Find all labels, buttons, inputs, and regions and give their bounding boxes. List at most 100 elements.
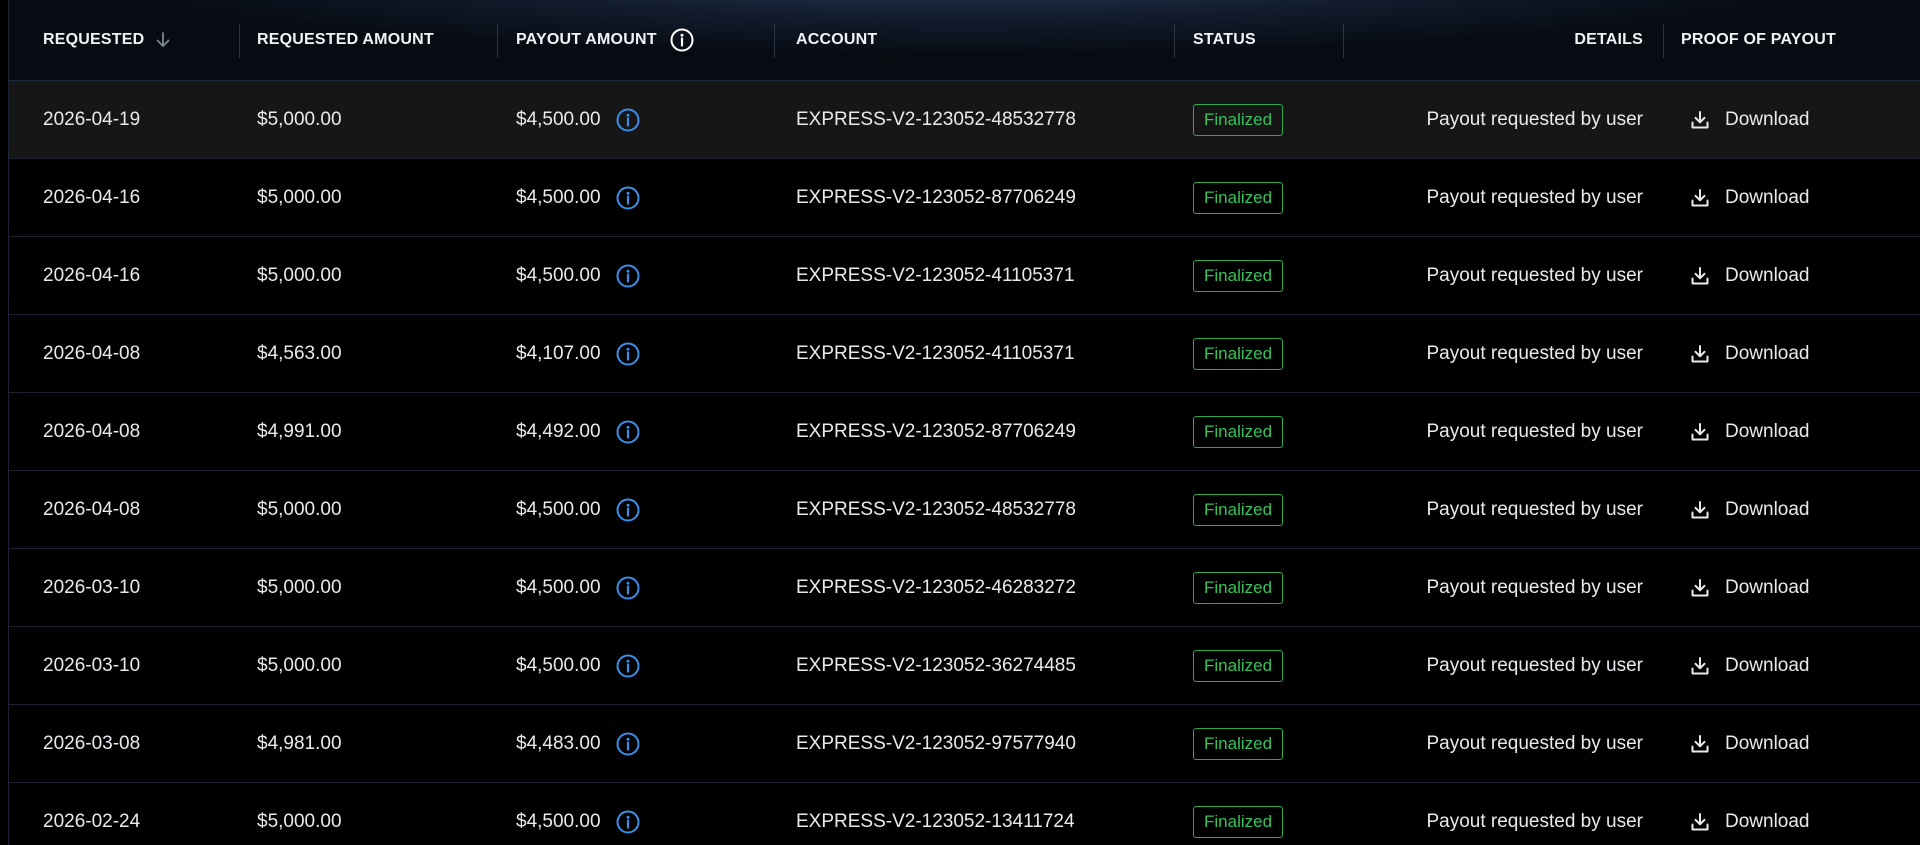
- cell-payout-amount: $4,500.00: [516, 159, 641, 236]
- cell-payout-amount: $4,500.00: [516, 81, 641, 158]
- header-requested[interactable]: REQUESTED: [43, 0, 172, 80]
- download-icon: [1689, 499, 1711, 521]
- header-requested-label: REQUESTED: [43, 31, 145, 48]
- cell-details: Payout requested by user: [1426, 654, 1643, 676]
- download-button[interactable]: Download: [1689, 265, 1810, 287]
- download-button[interactable]: Download: [1689, 343, 1810, 365]
- cell-proof-of-payout: Download: [1689, 549, 1810, 626]
- cell-requested-amount: $4,981.00: [257, 732, 342, 754]
- cell-requested-amount: $4,563.00: [257, 342, 342, 364]
- info-icon[interactable]: [615, 263, 641, 289]
- download-button[interactable]: Download: [1689, 109, 1810, 131]
- cell-requested-amount: $5,000.00: [257, 498, 342, 520]
- download-icon: [1689, 811, 1711, 833]
- payout-amount-value: $4,483.00: [516, 732, 601, 754]
- header-details-label: DETAILS: [1574, 31, 1643, 48]
- download-button[interactable]: Download: [1689, 421, 1810, 443]
- payout-amount-value: $4,500.00: [516, 264, 601, 286]
- payouts-table: REQUESTED REQUESTED AMOUNT PAYOUT AMOUNT…: [8, 0, 1920, 845]
- column-divider: [774, 24, 775, 58]
- table-row: 2026-04-08 $5,000.00 $4,500.00 EXPRESS-V2-1…: [9, 471, 1920, 549]
- cell-account: EXPRESS-V2-123052-41105371: [796, 342, 1075, 364]
- cell-proof-of-payout: Download: [1689, 627, 1810, 704]
- table-header: REQUESTED REQUESTED AMOUNT PAYOUT AMOUNT…: [9, 0, 1920, 81]
- download-button[interactable]: Download: [1689, 733, 1810, 755]
- info-icon[interactable]: [615, 731, 641, 757]
- cell-account: EXPRESS-V2-123052-13411724: [796, 810, 1075, 832]
- status-badge: Finalized: [1193, 337, 1284, 370]
- status-badge: Finalized: [1193, 571, 1284, 604]
- cell-account: EXPRESS-V2-123052-87706249: [796, 186, 1076, 208]
- payout-amount-value: $4,500.00: [516, 498, 601, 520]
- download-icon: [1689, 577, 1711, 599]
- cell-account: EXPRESS-V2-123052-87706249: [796, 420, 1076, 442]
- status-badge: Finalized: [1193, 259, 1284, 292]
- cell-status: Finalized: [1193, 81, 1284, 158]
- cell-details: Payout requested by user: [1426, 108, 1643, 130]
- info-icon[interactable]: [615, 653, 641, 679]
- cell-payout-amount: $4,500.00: [516, 783, 641, 845]
- header-payout-amount-label: PAYOUT AMOUNT: [516, 31, 657, 48]
- info-icon[interactable]: [615, 341, 641, 367]
- cell-requested-amount: $5,000.00: [257, 186, 342, 208]
- payout-amount-value: $4,500.00: [516, 810, 601, 832]
- download-button[interactable]: Download: [1689, 811, 1810, 833]
- info-icon[interactable]: [615, 809, 641, 835]
- column-divider: [497, 24, 498, 58]
- download-label: Download: [1725, 732, 1810, 754]
- payout-amount-value: $4,500.00: [516, 576, 601, 598]
- header-requested-amount: REQUESTED AMOUNT: [257, 0, 434, 80]
- download-label: Download: [1725, 576, 1810, 598]
- info-icon[interactable]: [615, 185, 641, 211]
- header-payout-amount: PAYOUT AMOUNT: [516, 0, 695, 80]
- cell-requested: 2026-04-19: [43, 108, 141, 130]
- download-label: Download: [1725, 654, 1810, 676]
- cell-payout-amount: $4,500.00: [516, 237, 641, 314]
- cell-proof-of-payout: Download: [1689, 237, 1810, 314]
- cell-account: EXPRESS-V2-123052-41105371: [796, 264, 1075, 286]
- table-row: 2026-04-16 $5,000.00 $4,500.00 EXPRESS-V2-1…: [9, 159, 1920, 237]
- download-button[interactable]: Download: [1689, 655, 1810, 677]
- cell-details: Payout requested by user: [1426, 732, 1643, 754]
- download-button[interactable]: Download: [1689, 187, 1810, 209]
- table-row: 2026-03-08 $4,981.00 $4,483.00 EXPRESS-V2-1…: [9, 705, 1920, 783]
- cell-proof-of-payout: Download: [1689, 471, 1810, 548]
- cell-status: Finalized: [1193, 549, 1284, 626]
- cell-proof-of-payout: Download: [1689, 159, 1810, 236]
- info-icon[interactable]: [615, 107, 641, 133]
- cell-account: EXPRESS-V2-123052-46283272: [796, 576, 1076, 598]
- sort-descending-icon[interactable]: [154, 31, 172, 49]
- cell-requested-amount: $4,991.00: [257, 420, 342, 442]
- info-icon[interactable]: [615, 419, 641, 445]
- download-button[interactable]: Download: [1689, 499, 1810, 521]
- download-label: Download: [1725, 810, 1810, 832]
- info-icon[interactable]: [615, 497, 641, 523]
- header-proof-label: PROOF OF PAYOUT: [1681, 31, 1837, 48]
- table-body: 2026-04-19 $5,000.00 $4,500.00 EXPRESS-V2-1…: [9, 81, 1920, 845]
- cell-details: Payout requested by user: [1426, 810, 1643, 832]
- cell-requested-amount: $5,000.00: [257, 576, 342, 598]
- download-label: Download: [1725, 108, 1810, 130]
- status-badge: Finalized: [1193, 649, 1284, 682]
- header-account-label: ACCOUNT: [796, 31, 878, 48]
- cell-account: EXPRESS-V2-123052-36274485: [796, 654, 1076, 676]
- cell-payout-amount: $4,107.00: [516, 315, 641, 392]
- info-icon[interactable]: [615, 575, 641, 601]
- table-row: 2026-04-08 $4,991.00 $4,492.00 EXPRESS-V2-1…: [9, 393, 1920, 471]
- cell-requested: 2026-04-08: [43, 342, 141, 364]
- payouts-page: REQUESTED REQUESTED AMOUNT PAYOUT AMOUNT…: [0, 0, 1920, 845]
- column-divider: [1663, 24, 1664, 58]
- download-label: Download: [1725, 342, 1810, 364]
- download-button[interactable]: Download: [1689, 577, 1810, 599]
- table-row: 2026-04-08 $4,563.00 $4,107.00 EXPRESS-V2-1…: [9, 315, 1920, 393]
- info-icon[interactable]: [669, 27, 695, 53]
- cell-requested: 2026-03-10: [43, 576, 141, 598]
- status-badge: Finalized: [1193, 103, 1284, 136]
- cell-status: Finalized: [1193, 393, 1284, 470]
- cell-details: Payout requested by user: [1426, 576, 1643, 598]
- cell-requested: 2026-04-16: [43, 186, 141, 208]
- header-details: DETAILS: [1343, 0, 1643, 80]
- download-label: Download: [1725, 186, 1810, 208]
- cell-proof-of-payout: Download: [1689, 393, 1810, 470]
- cell-status: Finalized: [1193, 237, 1284, 314]
